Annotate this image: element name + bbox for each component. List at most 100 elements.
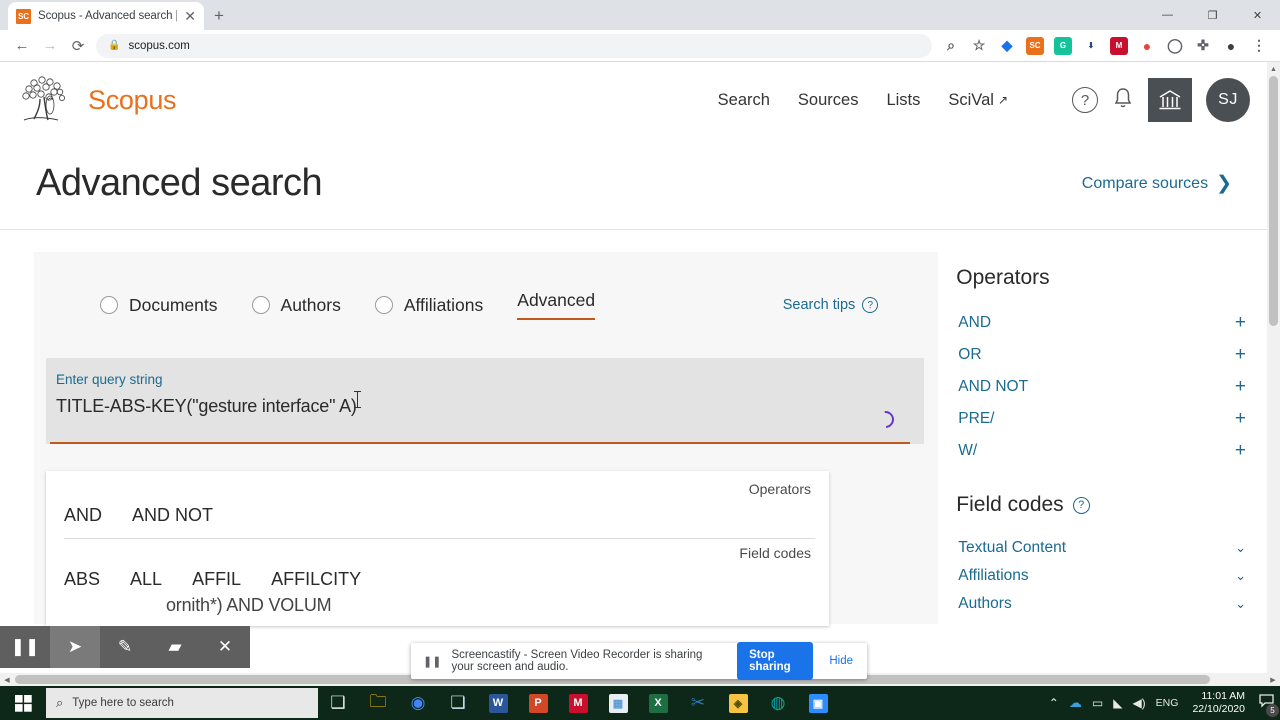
institution-icon[interactable] [1148, 78, 1192, 122]
tray-chevron-up-icon[interactable]: ⌃ [1049, 696, 1059, 710]
add-operator-and-icon[interactable]: + [1235, 312, 1246, 334]
sidebar-operator-and[interactable]: AND + [956, 307, 1248, 339]
avatar[interactable]: SJ [1206, 78, 1250, 122]
add-operator-or-icon[interactable]: + [1235, 344, 1246, 366]
autocomplete-operator-and[interactable]: AND [64, 505, 102, 526]
word-app[interactable]: W [478, 686, 518, 720]
sidebar-fieldcode-textual-content[interactable]: Textual Content ⌄ [956, 534, 1248, 562]
scroll-up-arrow-icon[interactable]: ▲ [1267, 62, 1280, 76]
circle-extension-icon[interactable]: ◯ [1166, 37, 1184, 55]
nav-link-scival[interactable]: SciVal ↗ [948, 91, 1008, 110]
eraser-tool-button[interactable]: ▰ [150, 626, 200, 668]
chrome-app[interactable]: ◉ [398, 686, 438, 720]
grammarly-extension-icon[interactable]: G [1054, 36, 1072, 55]
vertical-scrollbar-thumb[interactable] [1269, 76, 1278, 326]
hide-notification-button[interactable]: Hide [823, 655, 859, 667]
bell-icon[interactable] [1112, 86, 1134, 115]
task-view-button[interactable]: ❑ [318, 686, 358, 720]
scopus-logo[interactable]: Scopus [18, 73, 177, 127]
search-tips-link[interactable]: Search tips ? [783, 297, 879, 313]
volume-icon[interactable]: ◀) [1132, 696, 1145, 710]
tab-documents[interactable]: Documents [100, 295, 218, 316]
search-tips-help-icon[interactable]: ? [862, 297, 879, 313]
tab-authors[interactable]: Authors [251, 295, 341, 316]
chrome-menu-icon[interactable]: ⋮ [1250, 37, 1268, 55]
autocomplete-fieldcode-abs[interactable]: ABS [64, 569, 100, 590]
fieldcodes-help-icon[interactable]: ? [1072, 496, 1090, 514]
start-button[interactable] [0, 686, 46, 720]
help-icon[interactable]: ? [1072, 87, 1098, 113]
extension-blue-diamond-icon[interactable]: ◆ [998, 37, 1016, 55]
minimize-button[interactable]: — [1145, 0, 1190, 30]
sidebar-operator-and-not[interactable]: AND NOT + [956, 371, 1248, 403]
close-window-button[interactable]: ✕ [1235, 0, 1280, 30]
pen-tool-button[interactable]: ✎ [100, 626, 150, 668]
autocomplete-fieldcode-affilcity[interactable]: AFFILCITY [271, 569, 361, 590]
onedrive-icon[interactable]: ☁ [1069, 695, 1082, 711]
query-input[interactable]: Enter query string TITLE-ABS-KEY("gestur… [46, 358, 925, 444]
taskbar-search-input[interactable]: ⌕ Type here to search [46, 688, 318, 718]
calculator-app[interactable]: ▦ [598, 686, 638, 720]
chevron-down-icon-authors[interactable]: ⌄ [1235, 596, 1246, 612]
scroll-right-arrow-icon[interactable]: ▶ [1266, 673, 1280, 686]
autocomplete-fieldcode-all[interactable]: ALL [130, 569, 162, 590]
add-operator-w-icon[interactable]: + [1235, 440, 1246, 462]
back-icon[interactable]: ← [8, 32, 36, 60]
radio-authors-icon[interactable] [251, 296, 270, 314]
chevron-down-icon-textual[interactable]: ⌄ [1235, 540, 1246, 556]
language-indicator[interactable]: ENG [1156, 697, 1179, 709]
new-tab-button[interactable]: + [214, 6, 224, 26]
add-operator-and-not-icon[interactable]: + [1235, 376, 1246, 398]
sidebar-operator-pre[interactable]: PRE/ + [956, 403, 1248, 435]
maximize-button[interactable]: ❐ [1190, 0, 1235, 30]
tab-advanced[interactable]: Advanced [517, 290, 596, 320]
pointer-tool-button[interactable]: ➤ [50, 626, 100, 668]
bookmark-star-icon[interactable]: ☆ [970, 37, 988, 55]
nav-link-sources[interactable]: Sources [798, 91, 859, 110]
vertical-scrollbar[interactable]: ▲ ▼ [1267, 62, 1280, 686]
zoom-icon[interactable]: ⌕ [942, 37, 960, 55]
wifi-icon[interactable]: ◣ [1113, 696, 1122, 710]
snip-extension-icon[interactable]: ● [1138, 37, 1156, 55]
nav-link-lists[interactable]: Lists [886, 91, 920, 110]
sidebar-operator-or[interactable]: OR + [956, 339, 1248, 371]
compare-sources-link[interactable]: Compare sources ❯ [1082, 172, 1232, 195]
radio-affiliations-icon[interactable] [374, 296, 393, 314]
pause-recording-button[interactable]: ❚❚ [0, 626, 50, 668]
profile-avatar-icon[interactable]: ● [1222, 37, 1240, 55]
autocomplete-operator-and-not[interactable]: AND NOT [132, 505, 213, 526]
address-bar[interactable]: 🔒 scopus.com [96, 33, 932, 58]
sidebar-fieldcode-affiliations[interactable]: Affiliations ⌄ [956, 562, 1248, 590]
tab-affiliations[interactable]: Affiliations [374, 295, 483, 316]
forward-icon[interactable]: → [36, 32, 64, 60]
snipping-tool-app[interactable]: ✂ [678, 686, 718, 720]
scroll-left-arrow-icon[interactable]: ◀ [0, 673, 14, 686]
add-operator-pre-icon[interactable]: + [1235, 408, 1246, 430]
tab-close-icon[interactable]: ✕ [184, 9, 196, 23]
onenote-app[interactable]: ❏ [438, 686, 478, 720]
excel-app[interactable]: X [638, 686, 678, 720]
battery-icon[interactable]: ▭ [1092, 696, 1103, 710]
stop-sharing-button[interactable]: Stop sharing [737, 642, 814, 680]
autocomplete-fieldcode-affil[interactable]: AFFIL [192, 569, 241, 590]
puzzle-extensions-icon[interactable]: ✜ [1194, 37, 1212, 55]
mendeley-app[interactable]: M [558, 686, 598, 720]
reload-icon[interactable]: ⟳ [64, 32, 92, 60]
file-explorer-app[interactable]: 🗀 [358, 686, 398, 720]
teal-circle-app[interactable]: ◍ [758, 686, 798, 720]
sticky-notes-app[interactable]: ◈ [718, 686, 758, 720]
powerpoint-app[interactable]: P [518, 686, 558, 720]
sidebar-operator-w[interactable]: W/ + [956, 435, 1248, 467]
mendeley-extension-icon[interactable]: M [1110, 36, 1128, 55]
download-extension-icon[interactable]: ⬇ [1082, 36, 1100, 55]
nav-link-search[interactable]: Search [718, 91, 770, 110]
scopus-extension-icon[interactable]: SC [1026, 36, 1044, 55]
zoom-meeting-app[interactable]: ▣ [798, 686, 838, 720]
chevron-down-icon-affiliations[interactable]: ⌄ [1235, 568, 1246, 584]
action-center-button[interactable]: 5 [1259, 693, 1279, 717]
radio-documents-icon[interactable] [100, 296, 118, 314]
sidebar-fieldcode-authors[interactable]: Authors ⌄ [956, 590, 1248, 618]
close-toolbar-button[interactable]: ✕ [200, 626, 250, 668]
browser-tab[interactable]: SC Scopus - Advanced search | Signed ✕ [8, 2, 204, 30]
clock[interactable]: 11:01 AM 22/10/2020 [1192, 690, 1245, 716]
